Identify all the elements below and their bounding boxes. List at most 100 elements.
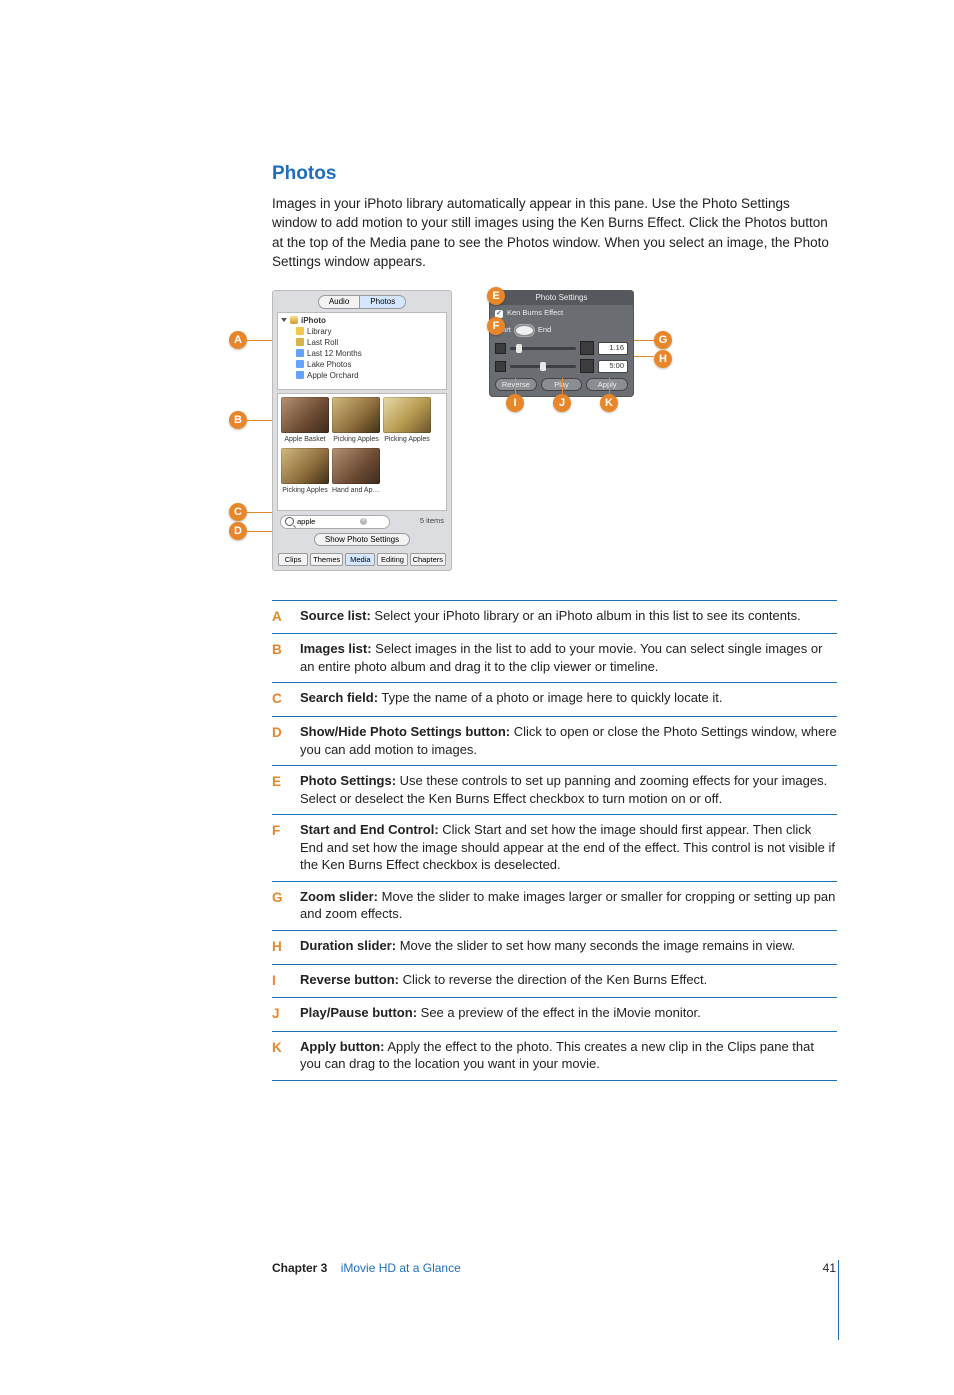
zoom-small-icon <box>495 343 506 354</box>
album-icon <box>296 360 304 368</box>
start-end-control[interactable]: Start End <box>489 322 634 339</box>
search-input[interactable] <box>297 517 357 526</box>
library-icon <box>296 327 304 335</box>
callout-g-badge: G <box>654 331 672 349</box>
media-segment: Audio Photos <box>273 291 451 312</box>
source-item[interactable]: Library <box>307 326 331 338</box>
photo-thumb[interactable]: Apple Basket <box>281 397 329 445</box>
definition-term: Zoom slider: <box>300 889 378 904</box>
photo-thumb[interactable]: Picking Apples <box>332 397 380 445</box>
callout-lead <box>247 340 272 341</box>
tab-editing[interactable]: Editing <box>377 553 407 566</box>
page-edge-rule <box>838 1260 839 1340</box>
definitions-table: A Source list: Select your iPhoto library… <box>272 600 837 1081</box>
clear-icon[interactable]: × <box>360 518 367 525</box>
definition-body: Source list: Select your iPhoto library … <box>300 607 837 627</box>
callout-a-badge: A <box>229 331 247 349</box>
show-photo-settings-button[interactable]: Show Photo Settings <box>314 533 410 546</box>
definition-body: Search field: Type the name of a photo o… <box>300 689 837 709</box>
definition-body: Reverse button: Click to reverse the dir… <box>300 971 837 991</box>
callout-j-badge: J <box>553 394 571 412</box>
zoom-slider-row: 1.16 <box>489 339 634 357</box>
definition-letter: E <box>272 772 286 807</box>
definition-row: H Duration slider: Move the slider to set… <box>272 930 837 964</box>
tab-clips[interactable]: Clips <box>278 553 308 566</box>
definition-body: Start and End Control: Click Start and s… <box>300 821 837 874</box>
definition-letter: F <box>272 821 286 874</box>
source-list[interactable]: iPhoto Library Last Roll Last 12 Months … <box>277 312 447 390</box>
photo-thumb[interactable]: Hand and Apple <box>332 448 380 496</box>
definition-letter: K <box>272 1038 286 1073</box>
definition-letter: C <box>272 689 286 709</box>
definition-letter: J <box>272 1004 286 1024</box>
callout-h-badge: H <box>654 350 672 368</box>
callout-f-badge: F <box>487 317 505 335</box>
definition-letter: D <box>272 723 286 758</box>
end-label: End <box>538 325 551 336</box>
definition-term: Search field: <box>300 690 378 705</box>
photos-tab[interactable]: Photos <box>360 295 406 309</box>
start-end-knob[interactable] <box>516 326 533 335</box>
definition-letter: H <box>272 937 286 957</box>
definition-body: Images list: Select images in the list t… <box>300 640 837 675</box>
callout-lead <box>634 340 654 341</box>
zoom-slider[interactable] <box>510 347 576 350</box>
source-item[interactable]: Apple Orchard <box>307 370 359 382</box>
definition-term: Duration slider: <box>300 938 396 953</box>
source-item[interactable]: Last Roll <box>307 337 338 349</box>
tab-themes[interactable]: Themes <box>310 553 343 566</box>
zoom-large-icon <box>580 341 594 355</box>
search-icon <box>285 517 294 526</box>
disclosure-triangle-icon[interactable] <box>281 318 287 322</box>
bottom-tabs: Clips Themes Media Editing Chapters <box>273 550 451 570</box>
images-list[interactable]: Apple Basket Picking Apples Picking Appl… <box>277 393 447 511</box>
thumb-label: Hand and Apple <box>332 486 380 496</box>
thumb-label: Apple Basket <box>284 435 325 445</box>
definition-row: F Start and End Control: Click Start and … <box>272 814 837 881</box>
duration-slider[interactable] <box>510 365 576 368</box>
slider-thumb[interactable] <box>516 344 522 353</box>
definition-row: D Show/Hide Photo Settings button: Click … <box>272 716 837 765</box>
definition-row: BImages list: Select images in the list … <box>272 633 837 682</box>
definition-row: A Source list: Select your iPhoto library… <box>272 600 837 634</box>
definition-body: Duration slider: Move the slider to set … <box>300 937 837 957</box>
callout-d-badge: D <box>229 522 247 540</box>
definition-term: Apply button: <box>300 1039 384 1054</box>
tab-chapters[interactable]: Chapters <box>410 553 446 566</box>
audio-tab[interactable]: Audio <box>318 295 360 309</box>
duration-large-icon <box>580 359 594 373</box>
footer-chapter: Chapter 3 <box>272 1261 327 1275</box>
callout-i-badge: I <box>506 394 524 412</box>
ken-burns-label: Ken Burns Effect <box>507 308 563 319</box>
apply-button[interactable]: Apply <box>586 378 628 391</box>
callout-lead <box>247 531 272 532</box>
source-item[interactable]: Last 12 Months <box>307 348 362 360</box>
callout-b-badge: B <box>229 411 247 429</box>
thumb-image <box>332 397 380 433</box>
media-pane: Audio Photos iPhoto Library Last Roll La… <box>272 290 452 571</box>
thumb-label: Picking Apples <box>384 435 430 445</box>
definition-row: EPhoto Settings: Use these controls to s… <box>272 765 837 814</box>
duration-small-icon <box>495 361 506 372</box>
callout-k-badge: K <box>600 394 618 412</box>
slider-thumb[interactable] <box>540 362 546 371</box>
photo-thumb[interactable]: Picking Apples <box>383 397 431 445</box>
iphoto-icon <box>290 316 298 324</box>
footer-page-number: 41 <box>823 1260 836 1277</box>
tab-media[interactable]: Media <box>345 553 375 566</box>
definition-row: GZoom slider: Move the slider to make im… <box>272 881 837 930</box>
search-field[interactable]: × <box>280 515 390 529</box>
page-footer: Chapter 3 iMovie HD at a Glance 41 <box>272 1260 836 1277</box>
callout-e-badge: E <box>487 287 505 305</box>
footer-chapter-title: iMovie HD at a Glance <box>341 1261 461 1275</box>
definition-body: Show/Hide Photo Settings button: Click t… <box>300 723 837 758</box>
zoom-value: 1.16 <box>598 342 628 355</box>
section-heading: Photos <box>272 160 837 188</box>
source-item[interactable]: Lake Photos <box>307 359 351 371</box>
definition-letter: I <box>272 971 286 991</box>
definition-letter: A <box>272 607 286 627</box>
source-root: iPhoto <box>301 315 326 327</box>
photo-thumb[interactable]: Picking Apples <box>281 448 329 496</box>
thumb-image <box>332 448 380 484</box>
definition-letter: G <box>272 888 286 923</box>
